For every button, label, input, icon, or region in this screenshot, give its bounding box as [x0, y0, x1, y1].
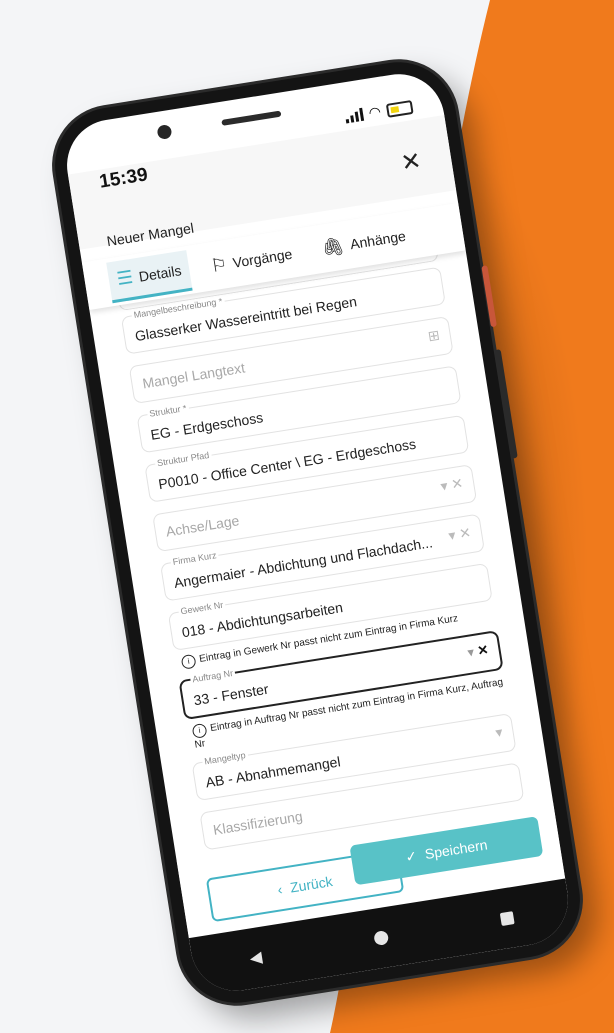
- front-camera: [156, 124, 173, 141]
- tab-vorgaenge[interactable]: ⚐ Vorgänge: [200, 234, 303, 287]
- field-label: Auftrag Nr: [189, 667, 236, 685]
- signal-icon: [344, 107, 364, 124]
- field-placeholder: Achse/Lage: [164, 512, 241, 540]
- flag-icon: ⚐: [209, 253, 229, 276]
- dropdown-clear-icons[interactable]: ▾ ✕: [466, 642, 489, 661]
- field-label: Struktur *: [146, 402, 190, 420]
- nav-home-icon[interactable]: [373, 929, 390, 947]
- info-icon: i: [191, 722, 208, 739]
- save-label: Speichern: [423, 836, 489, 863]
- info-icon: i: [180, 653, 197, 670]
- field-value: 33 - Fenster: [192, 680, 270, 709]
- paperclip-icon: 🖇: [320, 234, 346, 259]
- close-icon[interactable]: ✕: [399, 146, 423, 178]
- nav-recent-icon[interactable]: [499, 910, 515, 926]
- field-placeholder: Klassifizierung: [211, 807, 304, 838]
- nav-back-icon[interactable]: ◀: [248, 947, 264, 969]
- hierarchy-icon[interactable]: ⊞: [427, 327, 441, 346]
- form: Einzulagen (RG_1) ✕ Mangelbeschreibung *…: [116, 241, 528, 874]
- check-icon: ✓: [404, 847, 419, 865]
- back-label: Zurück: [288, 873, 334, 896]
- tab-label: Vorgänge: [231, 245, 294, 271]
- dropdown-clear-icons[interactable]: ▾ ✕: [447, 524, 472, 544]
- earpiece-speaker: [221, 110, 282, 126]
- field-placeholder: Mangel Langtext: [141, 359, 247, 392]
- chevron-left-icon: ‹: [276, 880, 284, 898]
- chevron-down-icon[interactable]: ▾: [494, 724, 504, 742]
- field-label: Mangeltyp: [201, 749, 249, 767]
- wifi-icon: ◠: [367, 103, 383, 121]
- dropdown-clear-icons[interactable]: ▾ ✕: [439, 475, 464, 495]
- field-label: Firma Kurz: [170, 549, 220, 568]
- field-label: Gewerk Nr: [177, 599, 226, 617]
- field-label: Struktur Pfad: [154, 449, 212, 469]
- tab-label: Details: [137, 261, 183, 285]
- tab-details[interactable]: ☰ Details: [106, 249, 193, 303]
- tab-label: Anhänge: [348, 227, 407, 253]
- list-icon: ☰: [115, 266, 135, 290]
- battery-icon: [385, 99, 414, 118]
